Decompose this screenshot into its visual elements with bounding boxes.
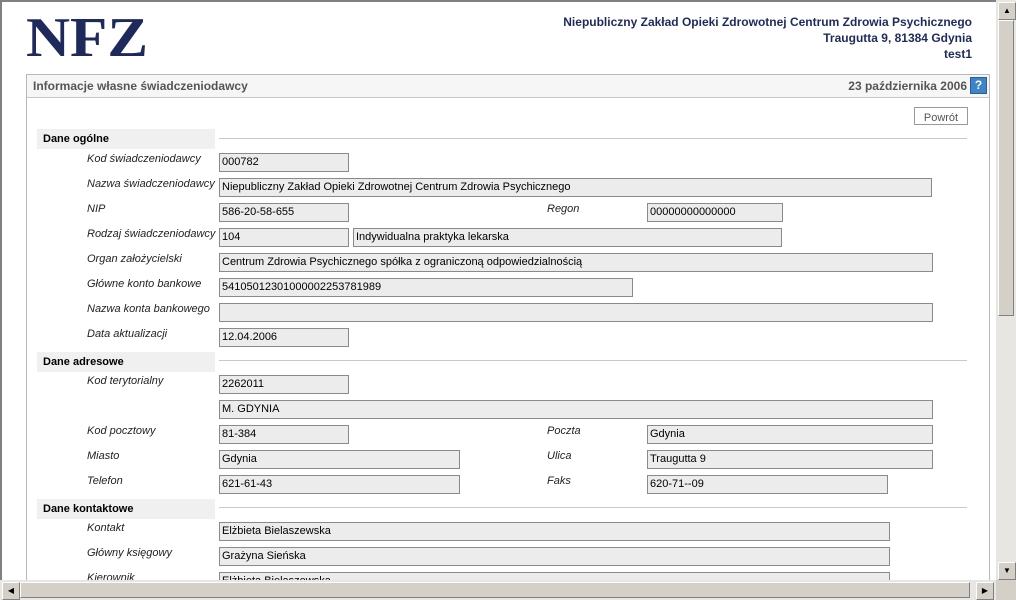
field-fax[interactable]: 620-71--09 (647, 475, 888, 494)
scroll-left-arrow-icon[interactable]: ◀ (2, 582, 20, 600)
label-phone: Telefon (87, 475, 123, 487)
label-provider-code: Kod świadczeniodawcy (87, 153, 201, 165)
scroll-right-arrow-icon[interactable]: ▶ (976, 582, 994, 600)
scroll-down-arrow-icon[interactable]: ▼ (998, 562, 1016, 580)
field-chief-accountant[interactable]: Grażyna Sieńska (219, 547, 890, 566)
label-bank-account-name: Nazwa konta bankowego (87, 303, 210, 315)
field-city[interactable]: Gdynia (219, 450, 460, 469)
label-post-office: Poczta (547, 425, 581, 437)
field-provider-type-name[interactable]: Indywidualna praktyka lekarska (353, 228, 782, 247)
field-regon[interactable]: 00000000000000 (647, 203, 783, 222)
label-territorial-code: Kod terytorialny (87, 375, 164, 387)
field-municipality[interactable]: M. GDYNIA (219, 400, 933, 419)
field-provider-name[interactable]: Niepubliczny Zakład Opieki Zdrowotnej Ce… (219, 178, 932, 197)
label-bank-account: Główne konto bankowe (87, 278, 202, 290)
back-button[interactable]: Powrót (914, 107, 968, 125)
label-chief-accountant: Główny księgowy (87, 547, 172, 559)
field-provider-type-code[interactable]: 104 (219, 228, 349, 247)
org-name: Niepubliczny Zakład Opieki Zdrowotnej Ce… (563, 15, 972, 29)
section-divider (219, 360, 967, 361)
label-provider-type: Rodzaj świadczeniodawcy (87, 228, 216, 240)
field-territorial-code[interactable]: 2262011 (219, 375, 349, 394)
label-update-date: Data aktualizacji (87, 328, 168, 340)
vertical-scroll-thumb[interactable] (998, 20, 1014, 316)
label-street: Ulica (547, 450, 572, 462)
horizontal-scroll-thumb[interactable] (20, 582, 970, 598)
section-general-header: Dane ogólne (37, 129, 215, 149)
field-bank-account[interactable]: 54105012301000002253781989 (219, 278, 633, 297)
org-address: Traugutta 9, 81384 Gdynia (823, 31, 972, 45)
section-address-header: Dane adresowe (37, 352, 215, 372)
section-divider (219, 507, 967, 508)
field-manager[interactable]: Elżbieta Bielaszewska (219, 572, 890, 580)
label-regon: Regon (547, 203, 580, 215)
provider-header: Niepubliczny Zakład Opieki Zdrowotnej Ce… (563, 14, 972, 62)
field-update-date[interactable]: 12.04.2006 (219, 328, 349, 347)
field-phone[interactable]: 621-61-43 (219, 475, 460, 494)
label-contact: Kontakt (87, 522, 125, 534)
field-nip[interactable]: 586-20-58-655 (219, 203, 349, 222)
field-street[interactable]: Traugutta 9 (647, 450, 933, 469)
field-post-office[interactable]: Gdynia (647, 425, 933, 444)
horizontal-scrollbar[interactable]: ◀ ▶ (0, 580, 996, 600)
browser-viewport: NFZ Niepubliczny Zakład Opieki Zdrowotne… (0, 0, 996, 580)
section-divider (219, 138, 967, 139)
label-manager: Kierownik (87, 572, 135, 580)
field-founding-body[interactable]: Centrum Zdrowia Psychicznego spółka z og… (219, 253, 933, 272)
provider-info-panel: Informacje własne świadczeniodawcy 23 pa… (26, 74, 990, 580)
field-contact[interactable]: Elżbieta Bielaszewska (219, 522, 890, 541)
panel-title-bar: Informacje własne świadczeniodawcy 23 pa… (27, 75, 989, 98)
panel-title: Informacje własne świadczeniodawcy (33, 79, 248, 93)
vertical-scrollbar[interactable]: ▲ ▼ (996, 0, 1016, 580)
label-city: Miasto (87, 450, 120, 462)
scrollbar-corner (996, 580, 1016, 600)
label-founding-body: Organ założycielski (87, 253, 182, 265)
svg-text:NFZ: NFZ (26, 8, 148, 62)
field-provider-code[interactable]: 000782 (219, 153, 349, 172)
scroll-up-arrow-icon[interactable]: ▲ (998, 2, 1016, 20)
section-contact-header: Dane kontaktowe (37, 499, 215, 519)
label-nip: NIP (87, 203, 106, 215)
field-bank-account-name[interactable] (219, 303, 933, 322)
help-icon[interactable]: ? (970, 77, 987, 94)
field-postal-code[interactable]: 81-384 (219, 425, 349, 444)
label-provider-name: Nazwa świadczeniodawcy (87, 178, 215, 190)
label-fax: Faks (547, 475, 571, 487)
panel-date: 23 października 2006 (848, 79, 967, 93)
label-postal-code: Kod pocztowy (87, 425, 156, 437)
nfz-logo: NFZ (26, 8, 150, 62)
user-name: test1 (943, 47, 972, 61)
